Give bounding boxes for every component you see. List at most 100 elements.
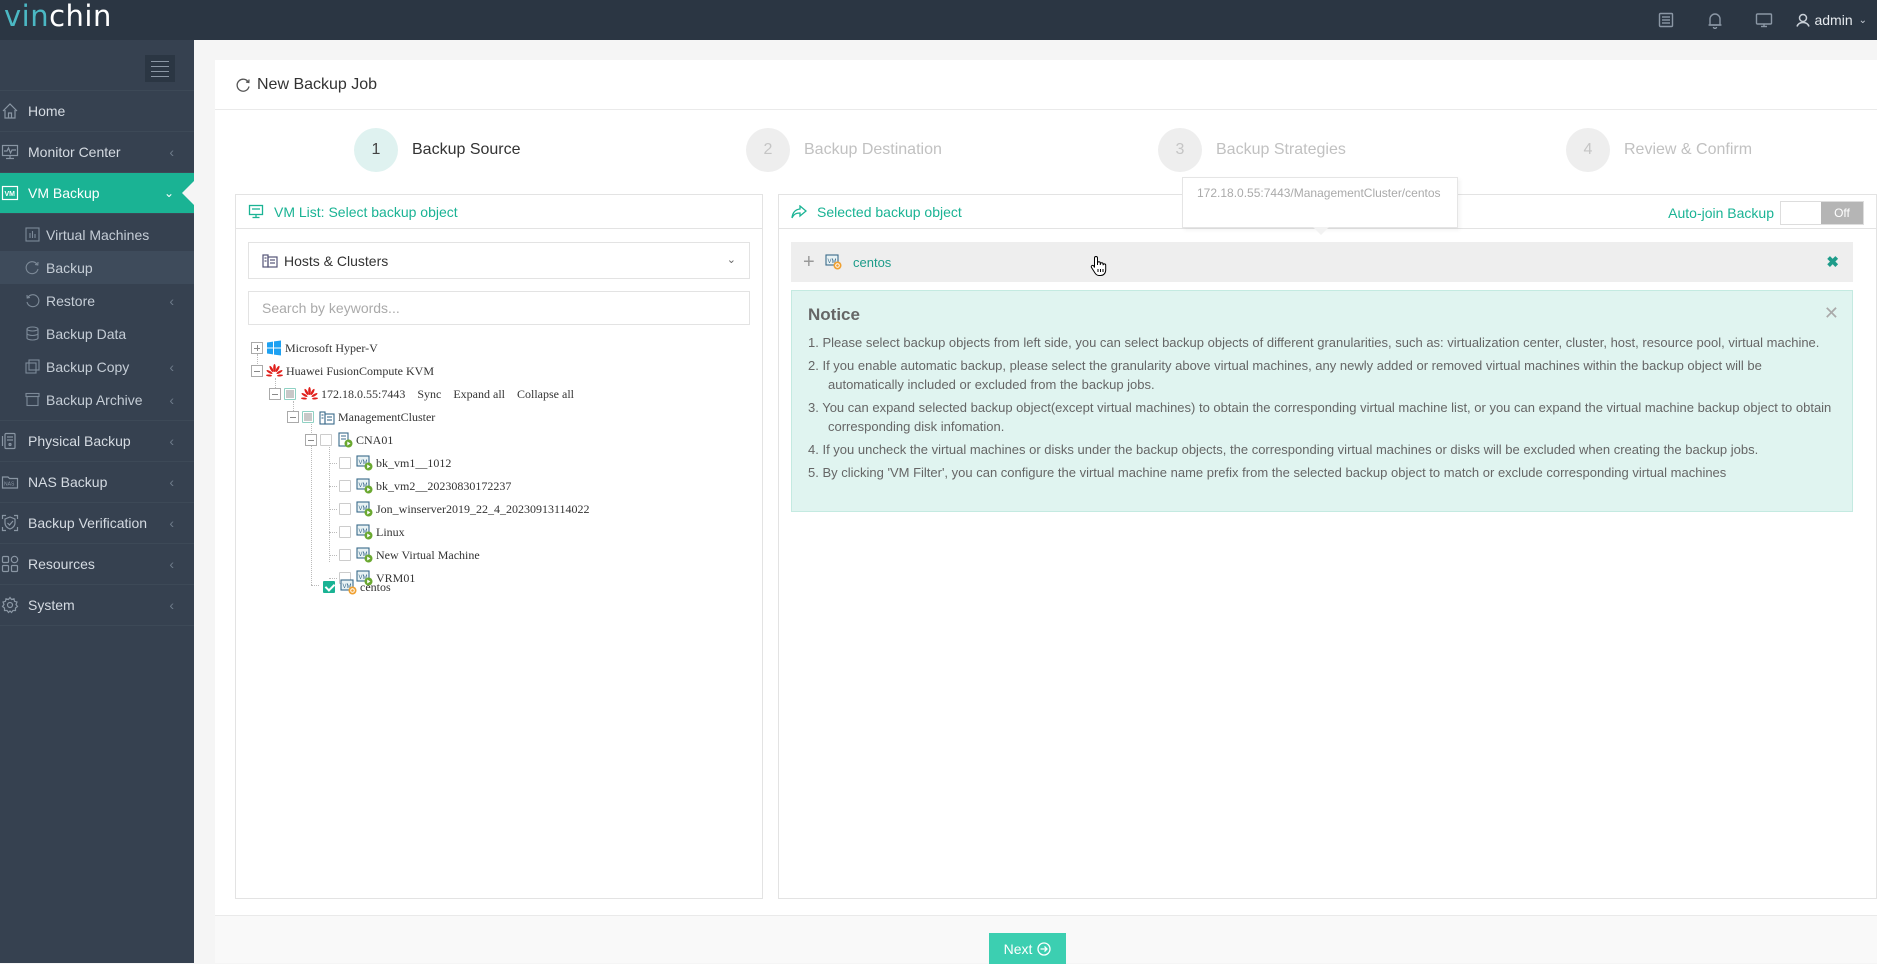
arrow-right-circle-icon xyxy=(1037,941,1052,956)
sidebar-item-vm-backup[interactable]: VM VM Backup ⌄ xyxy=(0,173,194,214)
step-number: 3 xyxy=(1158,128,1202,172)
next-button[interactable]: Next xyxy=(989,933,1066,964)
sidebar-item-system[interactable]: System ‹ xyxy=(0,585,194,626)
search-input[interactable] xyxy=(248,291,750,325)
sidebar-nav: Home Monitor Center ‹ VM VM Backup ⌄ Vir… xyxy=(0,91,194,626)
nas-icon: NAS xyxy=(1,473,19,491)
tree-node-cna[interactable]: CNA01 xyxy=(305,430,393,450)
vm-list-icon xyxy=(248,204,264,219)
cna-checkbox[interactable] xyxy=(320,434,332,446)
selected-objects-panel: Selected backup object Auto-join Backup … xyxy=(778,194,1877,899)
tree-node-huawei[interactable]: Huawei FusionCompute KVM xyxy=(251,361,434,381)
step-backup-source[interactable]: 1 Backup Source xyxy=(354,128,521,172)
vm-running-icon: VM xyxy=(356,478,373,494)
remove-icon[interactable]: ✖ xyxy=(1826,253,1839,271)
selected-object-row[interactable]: + VM centos ✖ xyxy=(791,242,1853,282)
main-content: New Backup Job 1 Backup Source 2 Backup … xyxy=(215,60,1877,915)
user-icon xyxy=(1796,13,1811,27)
step-number: 2 xyxy=(746,128,790,172)
panel-title: VM List: Select backup object xyxy=(274,203,458,220)
tree-node-vm[interactable]: VM bk_vm1__1012 xyxy=(339,453,451,473)
footer-bar: Next xyxy=(215,915,1877,964)
huawei-icon xyxy=(266,364,283,378)
sidebar-item-physical-backup[interactable]: Physical Backup ‹ xyxy=(0,421,194,462)
next-label: Next xyxy=(1003,940,1033,957)
tree-node-vm[interactable]: VM bk_vm2__20230830172237 xyxy=(339,476,511,496)
vinchin-logo[interactable]: vinchin xyxy=(4,0,112,32)
tree-line xyxy=(329,486,337,487)
expand-plus-icon[interactable]: + xyxy=(803,251,817,274)
collapse-toggle[interactable] xyxy=(269,388,281,400)
sidebar-item-nas-backup[interactable]: NAS NAS Backup ‹ xyxy=(0,462,194,503)
list-icon[interactable] xyxy=(1641,0,1690,40)
centos-checkbox[interactable] xyxy=(323,581,335,593)
vm-name: bk_vm1__1012 xyxy=(376,455,452,470)
auto-join-toggle[interactable]: Off xyxy=(1780,201,1864,225)
notice-item: 2. If you enable automatic backup, pleas… xyxy=(808,358,1762,392)
expand-toggle[interactable] xyxy=(251,342,263,354)
windows-icon xyxy=(266,340,282,356)
tree-node-hyperv[interactable]: Microsoft Hyper-V xyxy=(251,338,378,358)
sidebar: Home Monitor Center ‹ VM VM Backup ⌄ Vir… xyxy=(0,40,194,963)
sync-link[interactable]: Sync xyxy=(417,387,441,402)
step-review-confirm[interactable]: 4 Review & Confirm xyxy=(1566,128,1752,172)
vm-checkbox[interactable] xyxy=(339,457,351,469)
sidebar-subitem-restore[interactable]: Restore ‹ xyxy=(0,284,194,317)
tree-line xyxy=(329,555,337,556)
toggle-state: Off xyxy=(1821,202,1863,224)
sidebar-item-monitor-center[interactable]: Monitor Center ‹ xyxy=(0,132,194,173)
tree-node-vm[interactable]: VM New Virtual Machine xyxy=(339,545,480,565)
chevron-left-icon: ‹ xyxy=(169,597,174,613)
collapse-toggle[interactable] xyxy=(305,434,317,446)
sidebar-item-backup-verification[interactable]: Backup Verification ‹ xyxy=(0,503,194,544)
host-checkbox[interactable] xyxy=(284,388,296,400)
vm-running-icon: VM xyxy=(356,524,373,540)
vm-running-icon: VM xyxy=(356,455,373,471)
vm-checkbox[interactable] xyxy=(339,526,351,538)
sidebar-subitem-backup-copy[interactable]: Backup Copy ‹ xyxy=(0,350,194,383)
chevron-left-icon: ‹ xyxy=(169,391,174,408)
shield-check-icon xyxy=(1,514,19,532)
cluster-checkbox[interactable] xyxy=(302,411,314,423)
step-backup-strategies[interactable]: 3 Backup Strategies xyxy=(1158,128,1346,172)
step-backup-destination[interactable]: 2 Backup Destination xyxy=(746,128,942,172)
step-label: Review & Confirm xyxy=(1624,141,1753,158)
host-running-icon xyxy=(337,432,353,448)
close-icon[interactable]: ✕ xyxy=(1824,303,1839,324)
collapse-toggle[interactable] xyxy=(251,365,263,377)
tree-node-host[interactable]: 172.18.0.55:7443 Sync Expand all Collaps… xyxy=(269,384,574,404)
tree-node-cluster[interactable]: ManagementCluster xyxy=(287,407,435,427)
view-type-dropdown[interactable]: Hosts & Clusters ⌄ xyxy=(248,242,750,279)
vm-checkbox[interactable] xyxy=(339,549,351,561)
vm-checkbox[interactable] xyxy=(339,480,351,492)
collapse-toggle[interactable] xyxy=(287,411,299,423)
step-label: Backup Destination xyxy=(804,141,942,158)
tree-node-centos[interactable]: VM centos xyxy=(323,577,391,597)
cluster-icon xyxy=(319,410,335,425)
chart-icon xyxy=(25,227,40,242)
sidebar-item-home[interactable]: Home xyxy=(0,91,194,132)
vm-list-panel: VM List: Select backup object Hosts & Cl… xyxy=(235,194,763,899)
sidebar-subitem-backup-data[interactable]: Backup Data xyxy=(0,317,194,350)
sidebar-toggle-button[interactable] xyxy=(145,55,175,82)
user-menu[interactable]: admin ⌄ xyxy=(1796,12,1867,28)
sidebar-subitem-backup-archive[interactable]: Backup Archive ‹ xyxy=(0,383,194,416)
vm-checkbox[interactable] xyxy=(339,503,351,515)
bell-icon[interactable] xyxy=(1690,0,1739,40)
chevron-left-icon: ‹ xyxy=(169,144,174,160)
sidebar-subitem-backup[interactable]: Backup xyxy=(0,251,194,284)
database-icon xyxy=(25,326,40,341)
page-header: New Backup Job xyxy=(215,60,1877,110)
collapse-all-link[interactable]: Collapse all xyxy=(517,387,574,402)
tree-node-vm[interactable]: VM Jon_winserver2019_22_4_20230913114022 xyxy=(339,499,590,519)
tree-node-vm[interactable]: VM Linux xyxy=(339,522,405,542)
vm-name: Jon_winserver2019_22_4_20230913114022 xyxy=(376,501,590,516)
vm-name: Linux xyxy=(376,524,405,539)
expand-all-link[interactable]: Expand all xyxy=(453,387,505,402)
monitor-icon[interactable] xyxy=(1739,0,1788,40)
notice-list: 1. Please select backup objects from lef… xyxy=(808,333,1836,482)
auto-join-backup: Auto-join Backup Off xyxy=(1668,201,1864,225)
tree-line xyxy=(311,585,319,586)
sidebar-item-resources[interactable]: Resources ‹ xyxy=(0,544,194,585)
sidebar-subitem-virtual-machines[interactable]: Virtual Machines xyxy=(0,218,194,251)
